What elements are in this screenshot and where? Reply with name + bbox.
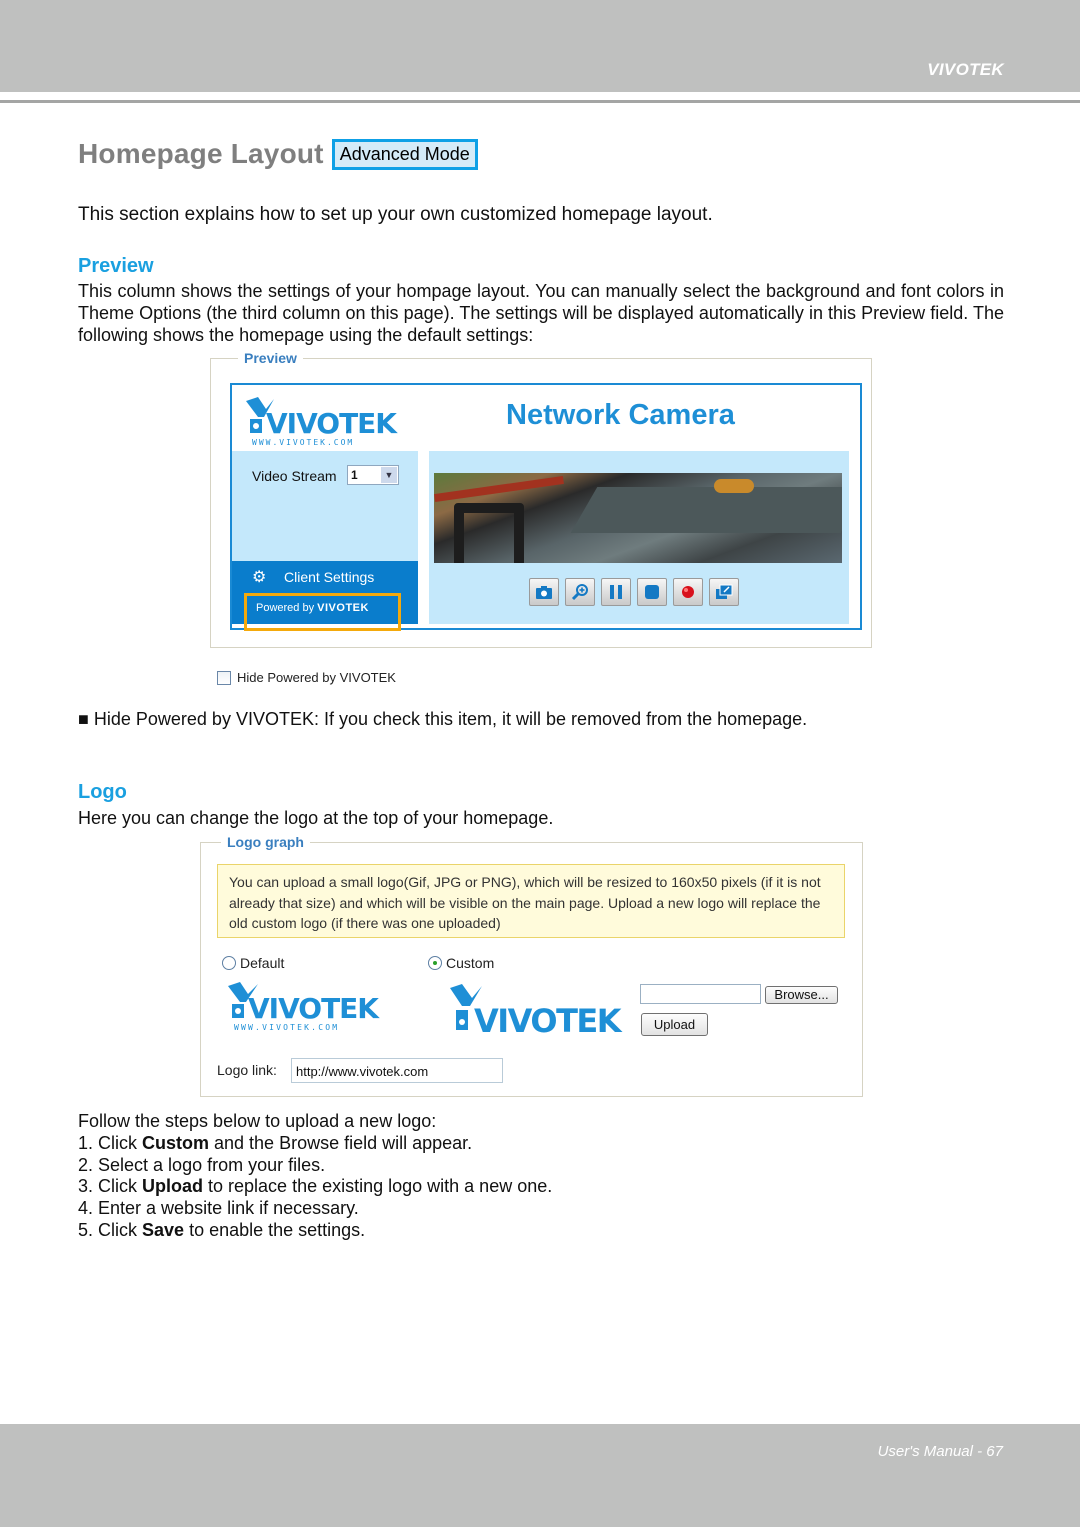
svg-text:VIVOTEK: VIVOTEK [474, 1002, 623, 1036]
client-settings-bar[interactable]: ⚙ Client Settings Powered by VIVOTEK [232, 561, 418, 631]
upload-button[interactable]: Upload [641, 1013, 708, 1036]
live-video-image [434, 473, 842, 563]
logo-graph-legend: Logo graph [221, 834, 310, 850]
preview-left-panel: Video Stream 1 ▼ [232, 451, 418, 561]
page-number: User's Manual - 67 [877, 1443, 1003, 1460]
svg-text:WWW.VIVOTEK.COM: WWW.VIVOTEK.COM [234, 1023, 339, 1032]
intro-text: This section explains how to set up your… [78, 204, 713, 225]
browse-button[interactable]: Browse... [765, 986, 838, 1004]
vivotek-logo: VIVOTEK WWW.VIVOTEK.COM [244, 395, 409, 452]
logo-url: WWW.VIVOTEK.COM [252, 438, 354, 447]
pause-icon [610, 585, 622, 599]
logo-upload-note: You can upload a small logo(Gif, JPG or … [217, 864, 845, 938]
powered-by-brand: VIVOTEK [317, 602, 369, 614]
radio-default-label: Default [240, 955, 285, 971]
page-title: Homepage Layout [78, 138, 324, 169]
preview-heading: Preview [78, 255, 154, 277]
steps-intro: Follow the steps below to upload a new l… [78, 1111, 437, 1131]
record-button[interactable] [673, 578, 703, 606]
preview-video-panel [429, 451, 849, 624]
logo-paragraph: Here you can change the logo at the top … [78, 808, 554, 828]
upload-steps: Follow the steps below to upload a new l… [78, 1111, 552, 1242]
logo-heading: Logo [78, 781, 127, 803]
default-logo: VIVOTEK WWW.VIVOTEK.COM [226, 982, 396, 1037]
logo-file-input[interactable] [640, 984, 761, 1004]
powered-by-label: Powered by [256, 602, 315, 614]
snapshot-button[interactable] [529, 578, 559, 606]
header-divider [0, 100, 1080, 103]
powered-by-highlight: Powered by VIVOTEK [244, 593, 401, 631]
radio-default-row[interactable]: Default [222, 955, 284, 971]
svg-text:VIVOTEK: VIVOTEK [248, 992, 380, 1025]
video-stream-select[interactable]: 1 ▼ [347, 465, 399, 485]
chevron-down-icon: ▼ [381, 467, 397, 483]
step-item: 5. Click Save to enable the settings. [78, 1219, 366, 1240]
gear-icon: ⚙ [252, 569, 267, 586]
hide-powered-label: Hide Powered by VIVOTEK [237, 670, 396, 685]
digital-zoom-icon [571, 584, 588, 601]
custom-logo: VIVOTEK [448, 984, 630, 1041]
client-settings-label: Client Settings [284, 569, 375, 585]
title-row: Homepage Layout Advanced Mode [78, 138, 478, 170]
step-item: 1. Click Custom and the Browse field wil… [78, 1132, 473, 1153]
step-item: 3. Click Upload to replace the existing … [78, 1176, 553, 1197]
radio-default[interactable] [222, 956, 236, 970]
radio-custom-label: Custom [446, 955, 495, 971]
digital-zoom-button[interactable] [565, 578, 595, 606]
logo-text: VIVOTEK [266, 407, 398, 440]
radio-custom[interactable] [428, 956, 442, 970]
radio-custom-row[interactable]: Custom [428, 955, 494, 971]
header-brand: VIVOTEK [927, 60, 1004, 79]
hide-powered-checkbox[interactable] [217, 670, 231, 685]
logo-link-label: Logo link: [217, 1062, 277, 1078]
preview-paragraph: This column shows the settings of your h… [78, 281, 1004, 345]
advanced-mode-badge: Advanced Mode [331, 138, 478, 170]
fullscreen-icon [716, 584, 733, 599]
video-controls [529, 578, 739, 606]
page-header-band [0, 0, 1080, 92]
page-footer-band [0, 1424, 1080, 1527]
pause-button[interactable] [601, 578, 631, 606]
stop-button[interactable] [637, 578, 667, 606]
video-stream-label: Video Stream [252, 468, 337, 484]
video-stream-value: 1 [351, 468, 358, 482]
stop-icon [645, 585, 659, 599]
hide-powered-description: ■ Hide Powered by VIVOTEK: If you check … [78, 709, 808, 729]
logo-link-input[interactable]: http://www.vivotek.com [291, 1058, 503, 1083]
network-camera-title: Network Camera [506, 399, 735, 431]
fullscreen-button[interactable] [709, 578, 739, 606]
step-item: 2. Select a logo from your files. [78, 1154, 326, 1175]
homepage-preview: VIVOTEK WWW.VIVOTEK.COM Network Camera V… [230, 383, 862, 631]
record-icon [682, 586, 694, 598]
snapshot-icon [536, 586, 552, 599]
hide-powered-checkbox-row[interactable]: Hide Powered by VIVOTEK [217, 670, 396, 685]
preview-legend: Preview [238, 350, 303, 366]
step-item: 4. Enter a website link if necessary. [78, 1198, 359, 1219]
